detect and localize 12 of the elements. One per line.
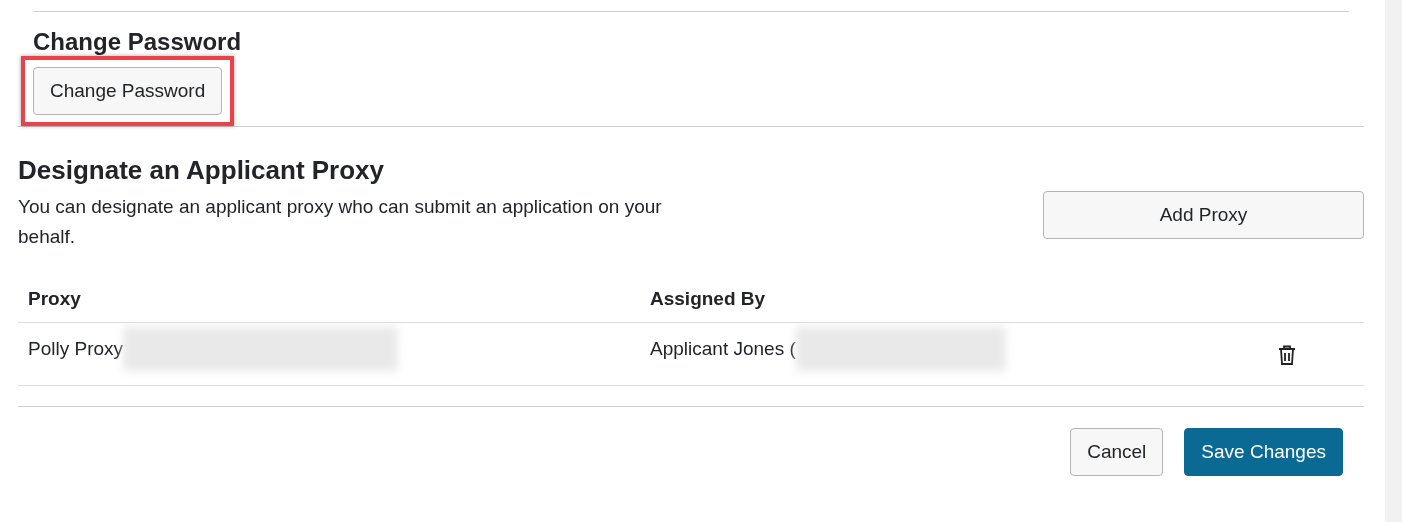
column-header: Assigned By bbox=[650, 288, 767, 310]
table-cell: Applicant Jones ( bbox=[650, 338, 796, 360]
trash-icon[interactable] bbox=[1278, 345, 1296, 365]
description-text: You can designate an applicant proxy who can submit an application on your behalf. bbox=[18, 195, 663, 249]
column-header: Proxy bbox=[28, 288, 82, 310]
section-title: Designate an Applicant Proxy bbox=[18, 155, 386, 186]
table-cell: Polly Proxy bbox=[28, 338, 124, 360]
cancel-button[interactable]: Cancel bbox=[1070, 428, 1164, 476]
change-password-button[interactable]: Change Password bbox=[33, 67, 223, 115]
section-title: Change Password bbox=[33, 28, 243, 56]
save-button[interactable]: Save Changes bbox=[1184, 428, 1343, 476]
add-proxy-button[interactable]: Add Proxy bbox=[1043, 191, 1364, 239]
